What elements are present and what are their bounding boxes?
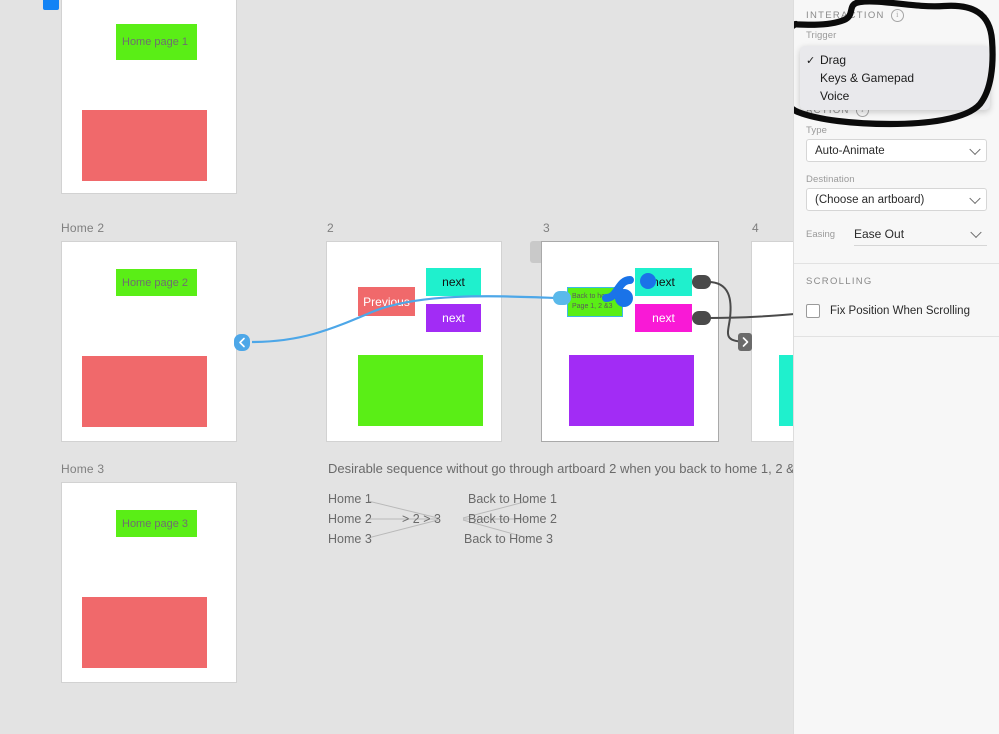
trigger-option-label: Drag	[820, 53, 847, 67]
scrolling-title: SCROLLING	[806, 275, 873, 287]
app-root: Home page 1 Home 2 Home page 2 Home 3 Ho…	[0, 0, 999, 734]
type-select[interactable]: Auto-Animate	[806, 139, 987, 162]
chevron-down-icon	[969, 192, 981, 204]
artboard-label-home-3: Home 3	[61, 462, 105, 476]
artboard-2[interactable]: next Previous next	[326, 241, 502, 442]
home-page-2-label[interactable]: Home page 2	[116, 269, 197, 296]
red-block[interactable]	[82, 110, 207, 181]
artboard-label-4: 4	[752, 221, 759, 235]
back-to-home-button[interactable]: Back to home Page 1, 2 &3	[567, 287, 623, 317]
red-block[interactable]	[82, 356, 207, 427]
next-button-purple[interactable]: next	[426, 304, 481, 332]
artboard-4[interactable]	[751, 241, 793, 442]
diagram-node-home-3: Home 3	[328, 532, 372, 546]
purple-block[interactable]	[569, 355, 694, 426]
easing-label: Easing	[806, 228, 836, 240]
diagram-node-back-home-2: Back to Home 2	[468, 512, 557, 526]
info-icon[interactable]: i	[890, 8, 904, 22]
diagram-node-back-home-1: Back to Home 1	[468, 492, 557, 506]
trigger-option-label: Voice	[820, 89, 850, 103]
interaction-section-header: INTERACTION i +	[794, 0, 999, 30]
fix-position-row[interactable]: Fix Position When Scrolling	[794, 298, 999, 324]
scrolling-section-header: SCROLLING	[794, 264, 999, 298]
artboard-3[interactable]: next next Back to home Page 1, 2 &3	[541, 241, 719, 442]
diagram-node-home-2: Home 2	[328, 512, 372, 526]
diagram-center-node: > 2 > 3	[402, 512, 441, 526]
artboard-home-1[interactable]: Home page 1	[61, 0, 237, 194]
diagram-node-home-1: Home 1	[328, 492, 372, 506]
trigger-dropdown-menu[interactable]: ✓ Drag Keys & Gamepad Voice	[800, 46, 990, 110]
artboard-label-3: 3	[543, 221, 550, 235]
artboard-home-2[interactable]: Home page 2	[61, 241, 237, 442]
next-button-cyan[interactable]: next	[635, 268, 692, 296]
artboard-label-2: 2	[327, 221, 334, 235]
red-block[interactable]	[82, 597, 207, 668]
fix-position-label: Fix Position When Scrolling	[830, 305, 970, 317]
trigger-label: Trigger	[806, 30, 837, 41]
destination-select[interactable]: (Choose an artboard)	[806, 188, 987, 211]
artboard-label-home-2: Home 2	[61, 221, 105, 235]
home-page-1-label[interactable]: Home page 1	[116, 24, 197, 60]
add-interaction-button[interactable]: +	[977, 7, 987, 24]
next-button-magenta[interactable]: next	[635, 304, 692, 332]
chevron-down-icon	[970, 226, 982, 238]
type-label: Type	[806, 125, 827, 136]
next-button-cyan[interactable]: next	[426, 268, 481, 296]
cyan-block[interactable]	[779, 355, 793, 426]
fix-position-checkbox[interactable]	[806, 304, 820, 318]
diagram-title: Desirable sequence without go through ar…	[328, 461, 793, 476]
selection-handle[interactable]	[43, 0, 59, 10]
green-block[interactable]	[358, 355, 483, 426]
trigger-option-voice[interactable]: Voice	[800, 87, 990, 105]
trigger-option-keys-gamepad[interactable]: Keys & Gamepad	[800, 69, 990, 87]
diagram-node-back-home-3: Back to Home 3	[464, 532, 553, 546]
destination-label: Destination	[806, 174, 855, 185]
destination-select-value: (Choose an artboard)	[815, 193, 925, 206]
trigger-option-drag[interactable]: ✓ Drag	[800, 51, 990, 69]
artboard-home-3[interactable]: Home page 3	[61, 482, 237, 683]
home-page-3-label[interactable]: Home page 3	[116, 510, 197, 537]
check-icon: ✓	[806, 54, 816, 67]
trigger-option-label: Keys & Gamepad	[820, 71, 915, 85]
properties-panel[interactable]: INTERACTION i + Trigger ACTION i Type Au…	[793, 0, 999, 734]
previous-button[interactable]: Previous	[358, 287, 415, 316]
easing-select[interactable]: Ease Out	[854, 223, 987, 246]
easing-value: Ease Out	[854, 226, 905, 241]
panel-divider-2	[794, 336, 999, 337]
interaction-title: INTERACTION	[806, 9, 885, 21]
easing-row: Easing Ease Out	[806, 221, 987, 247]
design-canvas[interactable]: Home page 1 Home 2 Home page 2 Home 3 Ho…	[0, 0, 793, 734]
type-select-value: Auto-Animate	[815, 144, 885, 157]
chevron-down-icon	[969, 143, 981, 155]
